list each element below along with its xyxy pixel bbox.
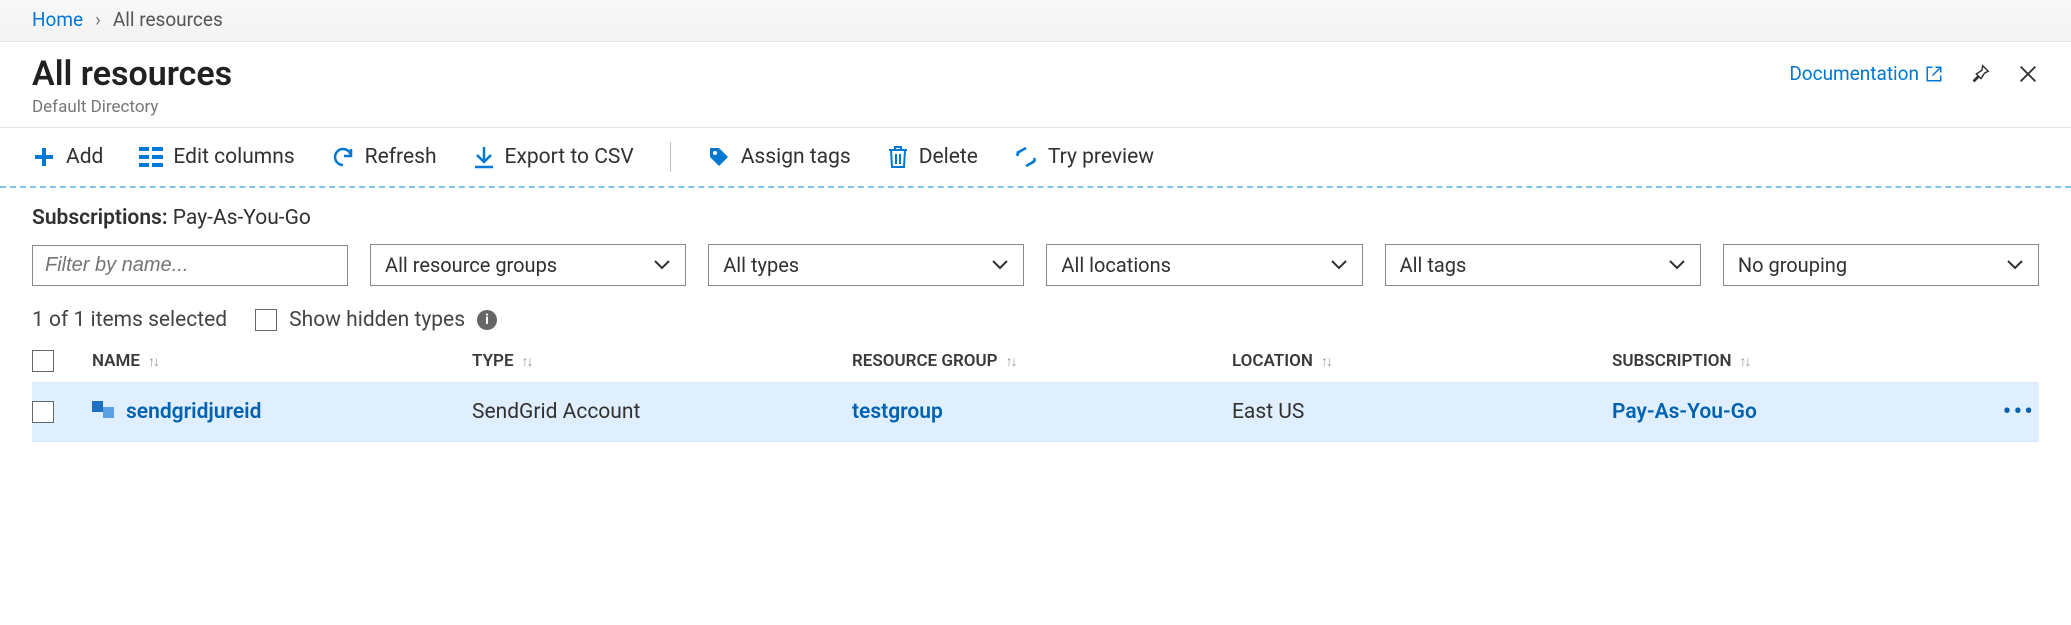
info-icon[interactable]: i	[477, 310, 497, 330]
sort-icon: ↑↓	[1321, 353, 1331, 370]
pin-button[interactable]	[1969, 63, 1991, 85]
refresh-button[interactable]: Refresh	[331, 145, 437, 169]
col-subscription-label: SUBSCRIPTION	[1612, 351, 1732, 371]
close-icon	[2017, 63, 2039, 85]
trash-icon	[887, 145, 909, 169]
filter-resource-groups-value: All resource groups	[385, 253, 557, 277]
chevron-down-icon	[991, 259, 1009, 271]
filter-locations-value: All locations	[1061, 253, 1171, 277]
try-preview-label: Try preview	[1048, 145, 1154, 169]
select-all-checkbox[interactable]	[32, 350, 54, 372]
filters-row: All resource groups All types All locati…	[0, 238, 2071, 304]
filter-name-input[interactable]	[32, 245, 348, 286]
page-title: All resources	[32, 56, 232, 93]
try-preview-button[interactable]: Try preview	[1014, 145, 1154, 169]
selection-count: 1 of 1 items selected	[32, 308, 227, 332]
refresh-label: Refresh	[365, 145, 437, 169]
resource-name-link[interactable]: sendgridjureid	[126, 400, 261, 424]
refresh-icon	[331, 145, 355, 169]
assign-tags-button[interactable]: Assign tags	[707, 145, 851, 169]
close-button[interactable]	[2017, 63, 2039, 85]
pin-icon	[1969, 63, 1991, 85]
export-csv-button[interactable]: Export to CSV	[473, 145, 634, 169]
chevron-down-icon	[2006, 259, 2024, 271]
plus-icon	[32, 145, 56, 169]
table-row[interactable]: sendgridjureid SendGrid Account testgrou…	[32, 383, 2039, 442]
sort-icon: ↑↓	[522, 353, 532, 370]
show-hidden-checkbox[interactable]	[255, 309, 277, 331]
show-hidden-label: Show hidden types	[289, 308, 465, 332]
status-line: 1 of 1 items selected Show hidden types …	[0, 304, 2071, 340]
col-location-label: LOCATION	[1232, 351, 1313, 371]
external-link-icon	[1925, 65, 1943, 83]
chevron-down-icon	[1330, 259, 1348, 271]
breadcrumb-home[interactable]: Home	[32, 8, 83, 31]
delete-label: Delete	[919, 145, 978, 169]
add-label: Add	[66, 145, 103, 169]
documentation-link[interactable]: Documentation	[1789, 62, 1943, 85]
resources-table: NAME ↑↓ TYPE ↑↓ RESOURCE GROUP ↑↓ LOCATION ↑…	[0, 340, 2071, 442]
sort-icon: ↑↓	[148, 353, 158, 370]
subscriptions-line: Subscriptions: Pay-As-You-Go	[0, 188, 2071, 238]
col-rg-label: RESOURCE GROUP	[852, 351, 998, 371]
download-icon	[473, 145, 495, 169]
sort-icon: ↑↓	[1006, 353, 1016, 370]
chevron-right-icon: ›	[95, 8, 101, 31]
breadcrumb-current: All resources	[113, 8, 223, 31]
page-subtitle: Default Directory	[32, 97, 232, 117]
breadcrumb: Home › All resources	[0, 0, 2071, 42]
col-type[interactable]: TYPE ↑↓	[472, 351, 852, 371]
toolbar: Add Edit columns Refresh Export to CSV A…	[0, 128, 2071, 188]
documentation-label: Documentation	[1789, 62, 1919, 85]
page-header: All resources Default Directory Document…	[0, 42, 2071, 128]
filter-tags-value: All tags	[1400, 253, 1467, 277]
filter-locations[interactable]: All locations	[1046, 244, 1362, 286]
export-csv-label: Export to CSV	[505, 145, 634, 169]
sort-icon: ↑↓	[1740, 353, 1750, 370]
row-checkbox[interactable]	[32, 401, 54, 423]
subscriptions-value: Pay-As-You-Go	[173, 206, 311, 230]
preview-icon	[1014, 145, 1038, 169]
col-subscription[interactable]: SUBSCRIPTION ↑↓	[1612, 351, 1979, 371]
table-header: NAME ↑↓ TYPE ↑↓ RESOURCE GROUP ↑↓ LOCATION ↑…	[32, 340, 2039, 383]
filter-resource-groups[interactable]: All resource groups	[370, 244, 686, 286]
assign-tags-label: Assign tags	[741, 145, 851, 169]
filter-tags[interactable]: All tags	[1385, 244, 1701, 286]
filter-types[interactable]: All types	[708, 244, 1024, 286]
col-location[interactable]: LOCATION ↑↓	[1232, 351, 1612, 371]
resource-location: East US	[1232, 400, 1304, 424]
row-more-button[interactable]: •••	[1979, 397, 2039, 427]
col-name-label: NAME	[92, 351, 140, 371]
filter-grouping-value: No grouping	[1738, 253, 1847, 277]
resource-icon	[92, 401, 114, 423]
edit-columns-label: Edit columns	[173, 145, 294, 169]
chevron-down-icon	[653, 259, 671, 271]
chevron-down-icon	[1668, 259, 1686, 271]
resource-subscription-link[interactable]: Pay-As-You-Go	[1612, 400, 1757, 424]
add-button[interactable]: Add	[32, 145, 103, 169]
filter-grouping[interactable]: No grouping	[1723, 244, 2039, 286]
toolbar-separator	[670, 142, 671, 172]
columns-icon	[139, 147, 163, 167]
filter-types-value: All types	[723, 253, 799, 277]
resource-group-link[interactable]: testgroup	[852, 400, 943, 424]
subscriptions-label: Subscriptions:	[32, 206, 168, 230]
col-resource-group[interactable]: RESOURCE GROUP ↑↓	[852, 351, 1232, 371]
resource-type: SendGrid Account	[472, 400, 640, 424]
edit-columns-button[interactable]: Edit columns	[139, 145, 294, 169]
tag-icon	[707, 145, 731, 169]
col-type-label: TYPE	[472, 351, 514, 371]
delete-button[interactable]: Delete	[887, 145, 978, 169]
col-name[interactable]: NAME ↑↓	[92, 351, 472, 371]
